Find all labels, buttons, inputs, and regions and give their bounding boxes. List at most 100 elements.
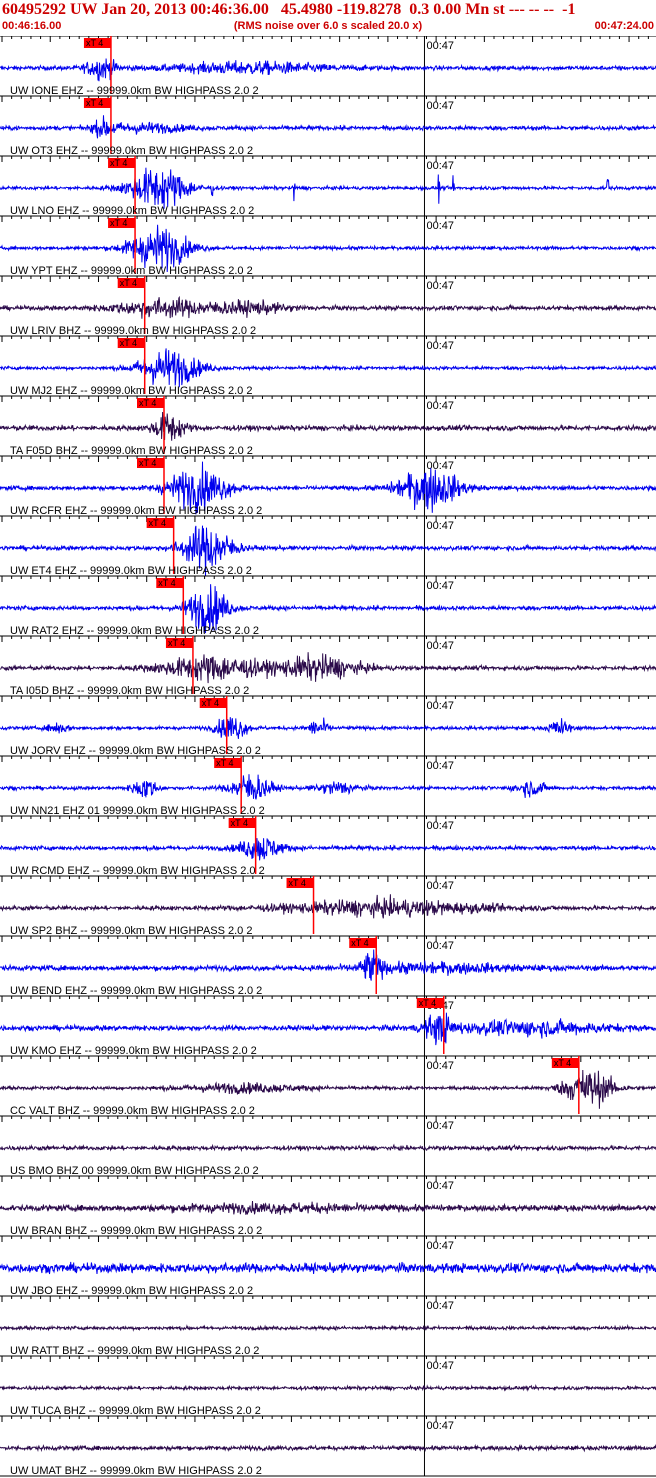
minute-mark-label: 00:47: [426, 760, 454, 772]
trace-panel: 00:47 xT 4 TA F05D BHZ -- 99999.0km BW HIG…: [0, 395, 656, 457]
minute-mark-label: 00:47: [426, 40, 454, 52]
waveform: [0, 1143, 656, 1153]
pick-label: xT 4: [554, 1058, 571, 1068]
trace-panel: 00:47 xT 4 UW LRIV BHZ -- 99999.0km BW HIG…: [0, 275, 656, 337]
trace-panel: 00:47 xT 4 UW ET4 EHZ -- 99999.0km BW HIGH…: [0, 515, 656, 577]
waveform: [0, 1261, 656, 1275]
trace-panel: 00:47 xT 4 UW SP2 BHZ -- 99999.0km BW HIGH…: [0, 875, 656, 937]
trace-panel: 00:47 UW TUCA BHZ -- 99999.0km BW HIGHPAS…: [0, 1355, 656, 1417]
pick-label: xT 4: [149, 518, 166, 528]
pick-label: xT 4: [158, 578, 175, 588]
trace-panel: 00:47 xT 4 CC VALT BHZ -- 99999.0km BW HIG…: [0, 1055, 656, 1117]
minute-mark-label: 00:47: [426, 1240, 454, 1252]
pick-label: xT 4: [231, 818, 248, 828]
station-label: UW LNO EHZ -- 99999.0km BW HIGHPASS 2.0 …: [10, 205, 254, 217]
waveform: [0, 652, 656, 684]
rms-note: (RMS noise over 6.0 s scaled 20.0 x): [233, 20, 423, 32]
pick-label: xT 4: [110, 158, 127, 168]
station-label: UW JORV EHZ -- 99999.0km BW HIGHPASS 2.0…: [10, 745, 261, 757]
minute-mark-label: 00:47: [426, 1060, 454, 1072]
trace-panel: 00:47 UW RATT BHZ -- 99999.0km BW HIGHPAS…: [0, 1295, 656, 1357]
station-label: TA F05D BHZ -- 99999.0km BW HIGHPASS 2.0…: [10, 445, 253, 457]
station-label: UW RCFR EHZ -- 99999.0km BW HIGHPASS 2.0…: [10, 505, 262, 517]
trace-panel: 00:47 xT 4 UW OT3 EHZ -- 99999.0km BW HIGH…: [0, 95, 656, 157]
station-label: US BMO BHZ 00 99999.0km BW HIGHPASS 2.0 …: [10, 1165, 259, 1177]
station-label: UW RCMD EHZ -- 99999.0km BW HIGHPASS 2.0…: [10, 865, 265, 877]
waveform: [0, 949, 656, 981]
station-label: UW TUCA BHZ -- 99999.0km BW HIGHPASS 2.0…: [10, 1405, 261, 1417]
waveform: [0, 774, 656, 800]
waveform: [0, 1443, 656, 1453]
waveform: [0, 115, 656, 139]
waveform: [0, 1069, 656, 1109]
station-label: UW YPT EHZ -- 99999.0km BW HIGHPASS 2.0 …: [10, 265, 253, 277]
waveform: [0, 1323, 656, 1332]
minute-mark-label: 00:47: [426, 1180, 454, 1192]
minute-mark-label: 00:47: [426, 160, 454, 172]
minute-mark-label: 00:47: [426, 220, 454, 232]
pick-label: xT 4: [86, 98, 103, 108]
station-label: UW NN21 EHZ 01 99999.0km BW HIGHPASS 2.0…: [10, 805, 265, 817]
trace-panel: 00:47 UW BRAN BHZ -- 99999.0km BW HIGHPAS…: [0, 1175, 656, 1237]
minute-mark-label: 00:47: [426, 100, 454, 112]
minute-mark-label: 00:47: [426, 280, 454, 292]
end-time: 00:47:24.00: [594, 20, 654, 32]
station-label: UW SP2 BHZ -- 99999.0km BW HIGHPASS 2.0 …: [10, 925, 252, 937]
trace-panel: 00:47xT 4UW KMO EHZ -- 99999.0km BW HIGH…: [0, 995, 656, 1057]
pick-label: xT 4: [202, 698, 219, 708]
pick-label: xT 4: [139, 398, 156, 408]
pick-label: xT 4: [139, 458, 156, 468]
trace-panel: 00:47 xT 4 UW NN21 EHZ 01 99999.0km BW HIG…: [0, 755, 656, 817]
pick-label: xT 4: [419, 998, 436, 1008]
station-label: UW JBO EHZ -- 99999.0km BW HIGHPASS 2.0 …: [10, 1285, 253, 1297]
waveform: [0, 1012, 656, 1046]
trace-panel: 00:47 xT 4 UW RCMD EHZ -- 99999.0km BW HIG…: [0, 815, 656, 877]
trace-panel: 00:47 xT 4 UW YPT EHZ -- 99999.0km BW HIGH…: [0, 215, 656, 277]
trace-panel: 00:47 UW UMAT BHZ -- 99999.0km BW HIGHPAS…: [0, 1415, 656, 1477]
minute-mark-label: 00:47: [426, 700, 454, 712]
trace-panel: 00:47 xT 4 UW LNO EHZ -- 99999.0km BW HIGH…: [0, 155, 656, 217]
station-label: UW RATT BHZ -- 99999.0km BW HIGHPASS 2.0…: [10, 1345, 259, 1357]
minute-mark-label: 00:47: [426, 1420, 454, 1432]
minute-mark-label: 00:47: [426, 820, 454, 832]
waveform: [0, 167, 656, 209]
trace-panel: 00:47 UW JBO EHZ -- 99999.0km BW HIGHPASS…: [0, 1235, 656, 1297]
station-label: UW MJ2 EHZ -- 99999.0km BW HIGHPASS 2.0 …: [10, 385, 252, 397]
plot-header: 60495292 UW Jan 20, 2013 00:46:36.00 45.…: [0, 0, 656, 36]
pick-label: xT 4: [86, 38, 103, 48]
waveform: [0, 411, 656, 441]
minute-mark-label: 00:47: [426, 1300, 454, 1312]
pick-label: xT 4: [168, 638, 185, 648]
trace-panel: 00:47 xT 4 UW RAT2 EHZ -- 99999.0km BW HIG…: [0, 575, 656, 637]
waveform: [0, 717, 656, 739]
waveform: [0, 838, 656, 861]
seismogram-plot: 00:47xT 4UW IONE EHZ -- 99999.0km BW HIG…: [0, 36, 656, 1477]
trace-panel: 00:47 xT 4 UW BEND EHZ -- 99999.0km BW HIG…: [0, 935, 656, 997]
waveform: [0, 58, 656, 82]
station-label: UW LRIV BHZ -- 99999.0km BW HIGHPASS 2.0…: [10, 325, 256, 337]
station-label: UW IONE EHZ -- 99999.0km BW HIGHPASS 2.0…: [10, 85, 259, 97]
waveform: [0, 894, 656, 919]
station-label: UW UMAT BHZ -- 99999.0km BW HIGHPASS 2.0…: [10, 1465, 262, 1477]
station-label: UW BEND EHZ -- 99999.0km BW HIGHPASS 2.0…: [10, 985, 262, 997]
pick-label: xT 4: [216, 758, 233, 768]
station-label: UW RAT2 EHZ -- 99999.0km BW HIGHPASS 2.0…: [10, 625, 259, 637]
station-label: UW OT3 EHZ -- 99999.0km BW HIGHPASS 2.0 …: [10, 145, 253, 157]
waveform: [0, 1200, 656, 1215]
pick-label: xT 4: [110, 218, 127, 228]
trace-panel: 00:47 xT 4 UW MJ2 EHZ -- 99999.0km BW HIGH…: [0, 335, 656, 397]
station-label: UW ET4 EHZ -- 99999.0km BW HIGHPASS 2.0 …: [10, 565, 252, 577]
event-title: 60495292 UW Jan 20, 2013 00:46:36.00 45.…: [2, 1, 576, 18]
trace-panel: 00:47 US BMO BHZ 00 99999.0km BW HIGHPASS…: [0, 1115, 656, 1177]
trace-panel: 00:47 xT 4 UW IONE EHZ -- 99999.0km BW HIG…: [0, 36, 656, 97]
minute-mark-label: 00:47: [426, 340, 454, 352]
trace-panel: 00:47 xT 4 TA I05D BHZ -- 99999.0km BW HIG…: [0, 635, 656, 697]
minute-mark-label: 00:47: [426, 520, 454, 532]
waveform: [0, 348, 656, 388]
trace-panel: 00:47xT 4UW RCFR EHZ -- 99999.0km BW HIG…: [0, 455, 656, 517]
trace-panel: 00:47 xT 4 UW JORV EHZ -- 99999.0km BW HIG…: [0, 695, 656, 757]
minute-mark-label: 00:47: [426, 400, 454, 412]
station-label: UW KMO EHZ -- 99999.0km BW HIGHPASS 2.0 …: [10, 1045, 257, 1057]
pick-label: xT 4: [120, 338, 137, 348]
station-label: TA I05D BHZ -- 99999.0km BW HIGHPASS 2.0…: [10, 685, 249, 697]
